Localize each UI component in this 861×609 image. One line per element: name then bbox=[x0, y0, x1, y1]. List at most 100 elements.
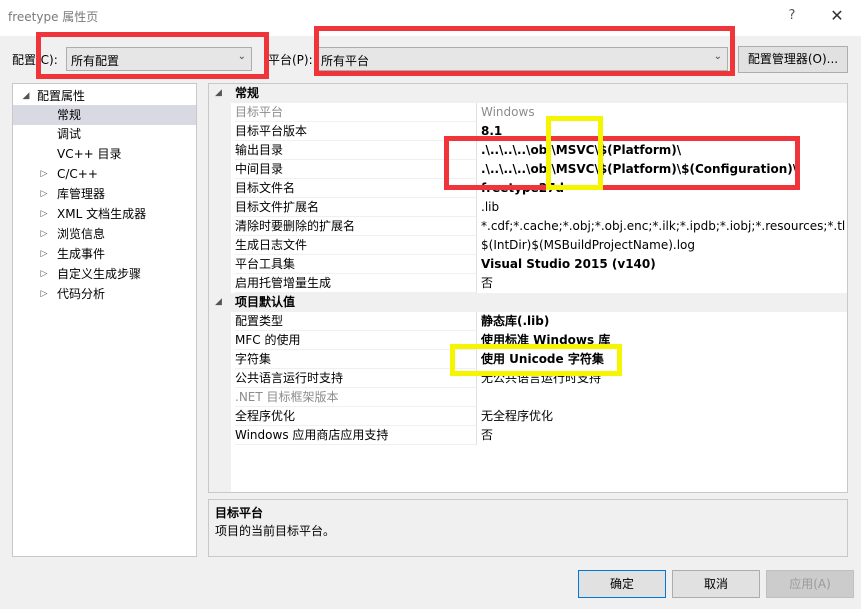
tree-item-cpp[interactable]: ▷ C/C++ bbox=[13, 164, 196, 184]
property-row[interactable]: 目标文件扩展名 .lib bbox=[209, 198, 847, 217]
property-row[interactable]: 配置类型 静态库(.lib) bbox=[209, 312, 847, 331]
property-row[interactable]: 目标文件名 freetype27d bbox=[209, 179, 847, 198]
close-button[interactable]: ✕ bbox=[826, 6, 848, 28]
property-value: 使用 Unicode 字符集 bbox=[481, 352, 604, 366]
tree-item-general[interactable]: 常规 bbox=[13, 105, 196, 125]
property-value: Windows bbox=[481, 105, 535, 119]
tree-item-build-events[interactable]: ▷ 生成事件 bbox=[13, 244, 196, 264]
property-value: 否 bbox=[481, 276, 494, 290]
tree-item-label: 常规 bbox=[57, 108, 82, 122]
property-row[interactable]: Windows 应用商店应用支持 否 bbox=[209, 426, 847, 445]
platform-select[interactable]: 所有平台 ⌄ bbox=[316, 47, 728, 71]
tree-item-config-properties[interactable]: ◢ 配置属性 bbox=[13, 86, 196, 106]
tree-item-code-analysis[interactable]: ▷ 代码分析 bbox=[13, 284, 196, 304]
tree-item-label: 代码分析 bbox=[57, 287, 106, 301]
property-name: 目标平台 bbox=[235, 103, 477, 122]
property-row[interactable]: 清除时要删除的扩展名 *.cdf;*.cache;*.obj;*.obj.enc… bbox=[209, 217, 847, 236]
category-general[interactable]: ◢ 常规 bbox=[209, 84, 847, 103]
property-value: 无公共语言运行时支持 bbox=[481, 371, 602, 385]
property-row[interactable]: 目标平台 Windows bbox=[209, 103, 847, 122]
collapsed-arrow-icon[interactable]: ▷ bbox=[39, 284, 49, 304]
description-title: 目标平台 bbox=[215, 506, 264, 520]
property-value: 8.1 bbox=[481, 124, 503, 138]
ok-button[interactable]: 确定 bbox=[578, 570, 666, 598]
tree-item-debugging[interactable]: 调试 bbox=[13, 124, 196, 144]
property-row[interactable]: 中间目录 .\..\..\..\obj\MSVC\$(Platform)\$(C… bbox=[209, 160, 847, 179]
category-project-defaults[interactable]: ◢ 项目默认值 bbox=[209, 293, 847, 312]
property-value: 静态库(.lib) bbox=[481, 314, 550, 328]
property-row[interactable]: 生成日志文件 $(IntDir)$(MSBuildProjectName).lo… bbox=[209, 236, 847, 255]
property-name: 配置类型 bbox=[235, 312, 477, 331]
category-label: 常规 bbox=[235, 86, 260, 100]
property-row[interactable]: 全程序优化 无全程序优化 bbox=[209, 407, 847, 426]
property-row[interactable]: 字符集 使用 Unicode 字符集 bbox=[209, 350, 847, 369]
description-text: 项目的当前目标平台。 bbox=[215, 524, 336, 538]
tree-item-label: 配置属性 bbox=[37, 89, 86, 103]
tree-item-label: VC++ 目录 bbox=[57, 147, 122, 161]
property-value: .\..\..\..\obj\MSVC\$(Platform)\$(Config… bbox=[481, 162, 798, 176]
tree-item-label: 浏览信息 bbox=[57, 227, 106, 241]
tree-item-xml-doc[interactable]: ▷ XML 文档生成器 bbox=[13, 204, 196, 224]
collapsed-arrow-icon[interactable]: ▷ bbox=[39, 264, 49, 284]
property-value: *.cdf;*.cache;*.obj;*.obj.enc;*.ilk;*.ip… bbox=[481, 219, 845, 233]
config-manager-button[interactable]: 配置管理器(O)... bbox=[738, 46, 848, 73]
property-name: .NET 目标框架版本 bbox=[235, 388, 477, 407]
help-button[interactable]: ? bbox=[782, 8, 802, 28]
property-row[interactable]: 启用托管增量生成 否 bbox=[209, 274, 847, 293]
property-value: .lib bbox=[481, 200, 500, 214]
tree-item-vc-directories[interactable]: VC++ 目录 bbox=[13, 144, 196, 164]
property-row[interactable]: MFC 的使用 使用标准 Windows 库 bbox=[209, 331, 847, 350]
property-tree: ◢ 配置属性 常规 调试 VC++ 目录 ▷ C/C++ ▷ 库管理器 ▷ XM… bbox=[12, 83, 197, 557]
property-value: .\..\..\..\obj\MSVC\$(Platform)\ bbox=[481, 143, 682, 157]
tree-item-custom-build[interactable]: ▷ 自定义生成步骤 bbox=[13, 264, 196, 284]
collapsed-arrow-icon[interactable]: ▷ bbox=[39, 244, 49, 264]
property-name: 公共语言运行时支持 bbox=[235, 369, 477, 388]
property-name: 平台工具集 bbox=[235, 255, 477, 274]
tree-item-label: 自定义生成步骤 bbox=[57, 267, 142, 281]
tree-item-label: 调试 bbox=[57, 127, 82, 141]
config-select[interactable]: 所有配置 ⌄ bbox=[66, 47, 252, 71]
property-value: freetype27d bbox=[481, 181, 564, 195]
property-name: 输出目录 bbox=[235, 141, 477, 160]
collapsed-arrow-icon[interactable]: ▷ bbox=[39, 184, 49, 204]
expanded-arrow-icon[interactable]: ◢ bbox=[215, 84, 222, 103]
property-name: 目标文件名 bbox=[235, 179, 477, 198]
property-value: 否 bbox=[481, 428, 494, 442]
collapsed-arrow-icon[interactable]: ▷ bbox=[39, 204, 49, 224]
tree-item-label: XML 文档生成器 bbox=[57, 207, 147, 221]
tree-item-browse-info[interactable]: ▷ 浏览信息 bbox=[13, 224, 196, 244]
chevron-down-icon: ⌄ bbox=[237, 51, 246, 62]
property-value: 无全程序优化 bbox=[481, 409, 554, 423]
tree-item-label: C/C++ bbox=[57, 167, 98, 181]
config-label: 配置(C): bbox=[12, 53, 58, 67]
property-value: Visual Studio 2015 (v140) bbox=[481, 257, 656, 271]
property-row[interactable]: 输出目录 .\..\..\..\obj\MSVC\$(Platform)\ bbox=[209, 141, 847, 160]
config-select-value: 所有配置 bbox=[71, 54, 120, 68]
apply-button[interactable]: 应用(A) bbox=[766, 570, 854, 598]
property-value: 使用标准 Windows 库 bbox=[481, 333, 611, 347]
collapsed-arrow-icon[interactable]: ▷ bbox=[39, 164, 49, 184]
property-value: $(IntDir)$(MSBuildProjectName).log bbox=[481, 238, 696, 252]
description-panel: 目标平台 项目的当前目标平台。 bbox=[208, 499, 848, 557]
property-row[interactable]: .NET 目标框架版本 bbox=[209, 388, 847, 407]
property-name: 清除时要删除的扩展名 bbox=[235, 217, 477, 236]
property-name: 目标文件扩展名 bbox=[235, 198, 477, 217]
property-name: 全程序优化 bbox=[235, 407, 477, 426]
property-name: MFC 的使用 bbox=[235, 331, 477, 350]
collapsed-arrow-icon[interactable]: ▷ bbox=[39, 224, 49, 244]
cancel-button[interactable]: 取消 bbox=[672, 570, 760, 598]
expanded-arrow-icon[interactable]: ◢ bbox=[21, 86, 31, 106]
expanded-arrow-icon[interactable]: ◢ bbox=[215, 293, 222, 312]
property-name: 生成日志文件 bbox=[235, 236, 477, 255]
category-label: 项目默认值 bbox=[235, 295, 296, 309]
tree-item-librarian[interactable]: ▷ 库管理器 bbox=[13, 184, 196, 204]
window-title: freetype 属性页 bbox=[8, 10, 99, 24]
tree-item-label: 库管理器 bbox=[57, 187, 106, 201]
property-row[interactable]: 平台工具集 Visual Studio 2015 (v140) bbox=[209, 255, 847, 274]
property-row[interactable]: 公共语言运行时支持 无公共语言运行时支持 bbox=[209, 369, 847, 388]
property-name: 目标平台版本 bbox=[235, 122, 477, 141]
property-grid: ◢ 常规 目标平台 Windows 目标平台版本 8.1 输出目录 .\..\.… bbox=[208, 83, 848, 493]
tree-item-label: 生成事件 bbox=[57, 247, 106, 261]
platform-select-value: 所有平台 bbox=[321, 54, 370, 68]
property-row[interactable]: 目标平台版本 8.1 bbox=[209, 122, 847, 141]
